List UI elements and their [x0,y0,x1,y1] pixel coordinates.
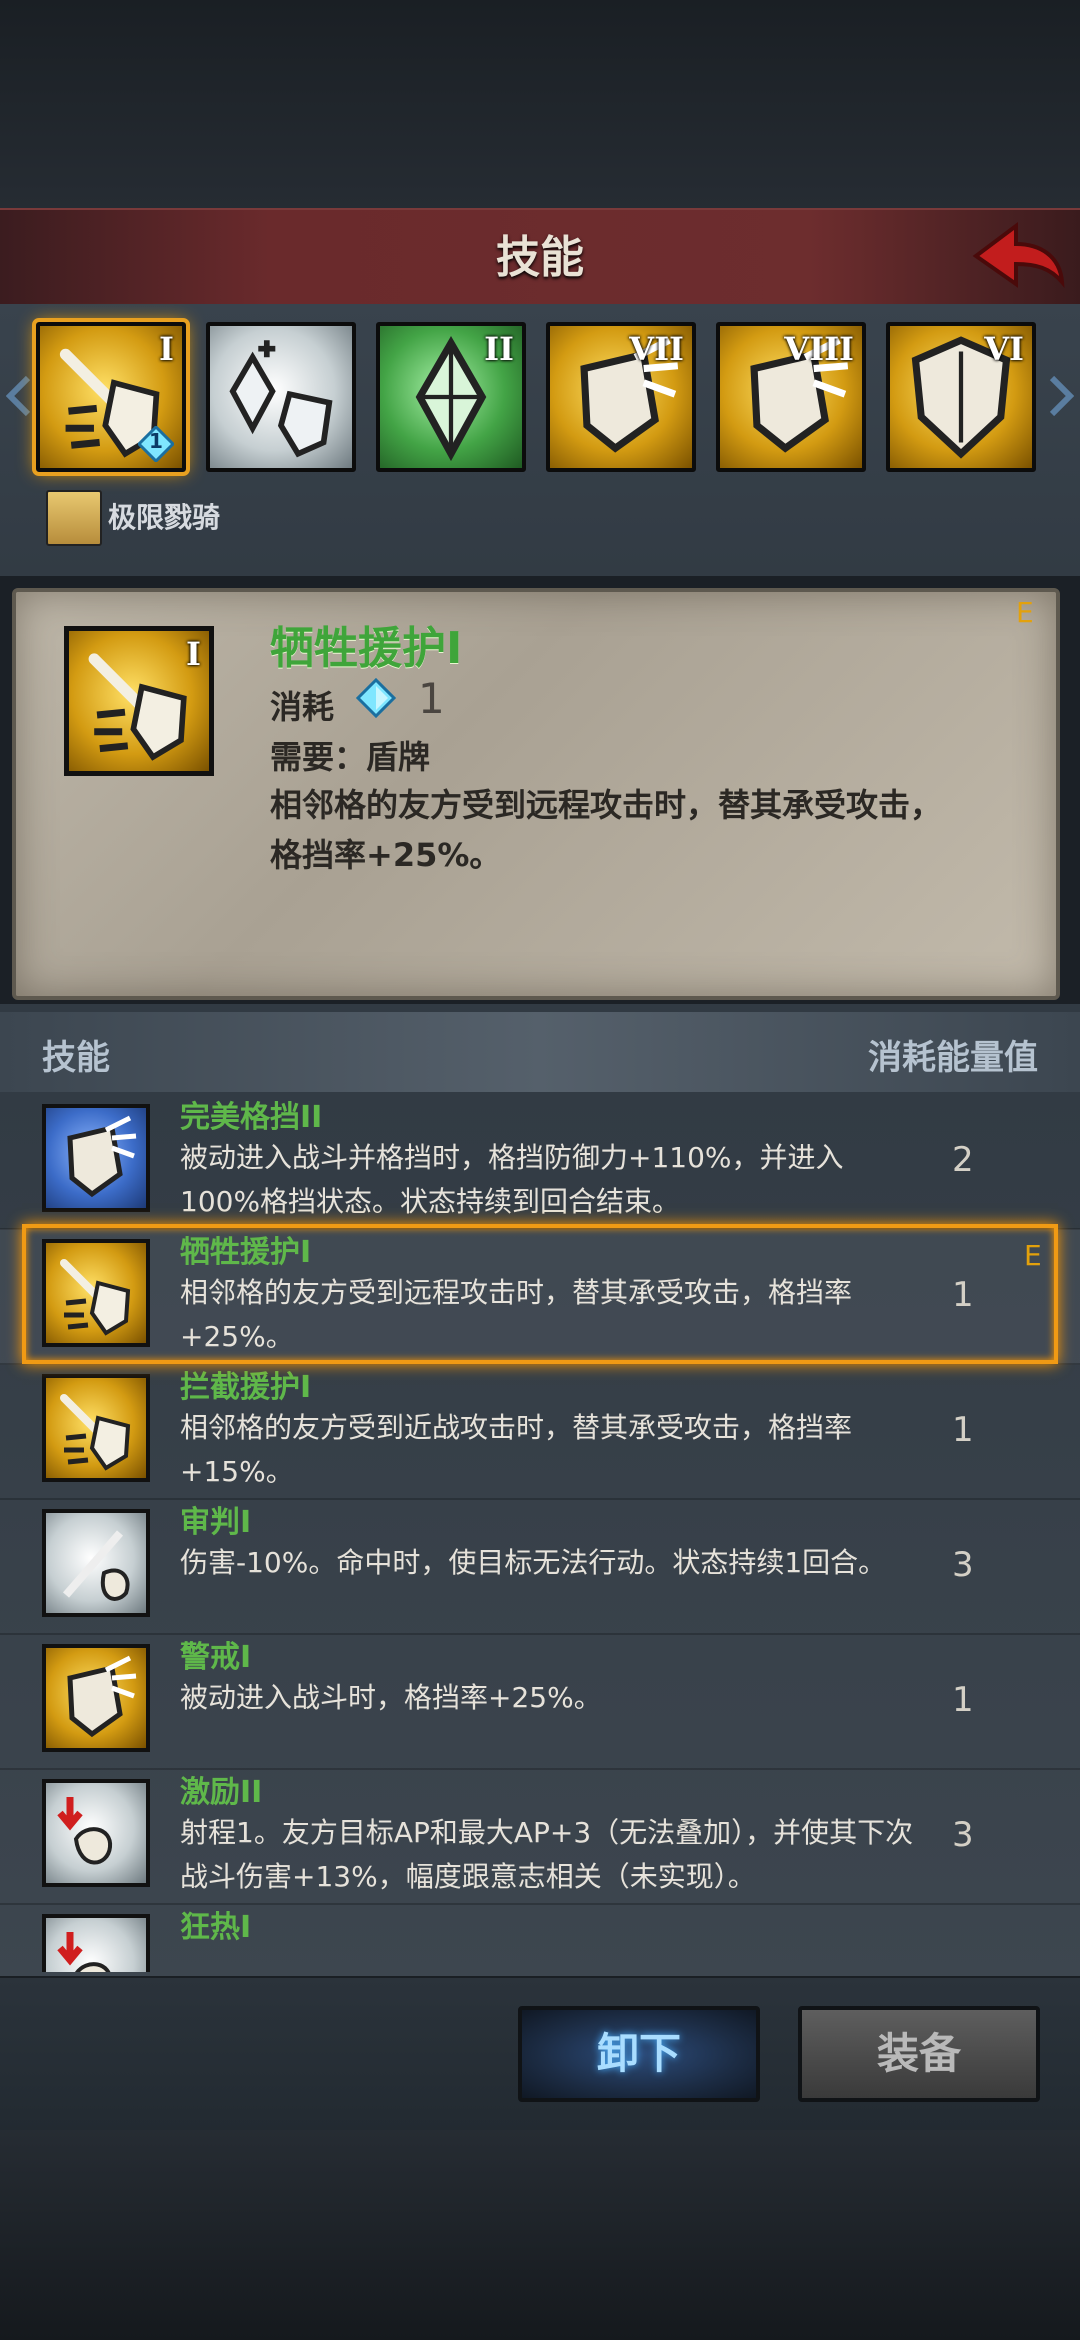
list-item[interactable]: 拦截援护I 相邻格的友方受到近战攻击时，替其承受攻击，格挡率+15%。 1 [0,1364,1080,1500]
skill-slot-3[interactable]: II [376,322,526,472]
energy-gem-icon [355,677,397,719]
character-name: 极限戮骑 [108,501,221,534]
detail-skill-icon: I [64,626,214,776]
crystal-shield-icon [229,340,333,458]
slot-roman-numeral: I [159,330,174,368]
detail-grade: E [1016,596,1034,629]
skill-cost: 1 [952,1410,974,1450]
skill-cost: 3 [952,1545,974,1585]
scroll-left-arrow[interactable] [5,375,32,417]
skill-icon [42,1779,150,1887]
avatar[interactable] [46,490,102,546]
bottom-background [0,2130,1080,2340]
slot-roman-numeral: VIII [784,330,854,368]
skill-slot-4[interactable]: VII [546,322,696,472]
equip-button[interactable]: 装备 [798,2006,1040,2102]
skill-icon [42,1509,150,1617]
detail-skill-name: 牺牲援护I [270,623,463,674]
skill-name: 激励II [180,1775,263,1810]
skill-name: 警戒I [180,1640,252,1675]
sword-icon [62,1530,130,1601]
top-background [0,0,1080,210]
skill-name: 狂热I [180,1910,252,1945]
skill-icon [42,1644,150,1752]
energy-gem-icon: 1 [136,424,176,464]
list-header-cost: 消耗能量值 [868,1038,1038,1078]
requirement-text: 需要：盾牌 [270,738,431,776]
skill-name: 审判I [180,1505,252,1540]
list-item[interactable]: 审判I 伤害-10%。命中时，使目标无法行动。状态持续1回合。 3 [0,1499,1080,1635]
skill-slot-5[interactable]: VIII [716,322,866,472]
skill-description: 被动进入战斗时，格挡率+25%。 [180,1681,602,1714]
cost-value: 1 [418,674,445,723]
skill-description: 被动进入战斗并格挡时，格挡防御力+110%，并进入100%格挡状态。状态持续到回… [180,1141,844,1218]
skill-cost: 2 [952,1140,974,1180]
skill-slot-1[interactable]: I1 [32,318,190,476]
skill-name: 拦截援护I [180,1370,312,1405]
skill-icon [42,1914,150,1972]
list-item[interactable]: 激励II 射程1。友方目标AP和最大AP+3（无法叠加），并使其下次战斗伤害+13… [0,1769,1080,1905]
skill-cost: 3 [952,1815,974,1855]
skill-description: 射程1。友方目标AP和最大AP+3（无法叠加），并使其下次战斗伤害+13%，幅度… [180,1816,914,1893]
unequip-button[interactable]: 卸下 [518,2006,760,2102]
skill-description: 伤害-10%。命中时，使目标无法行动。状态持续1回合。 [180,1546,887,1579]
skill-name: 完美格挡II [180,1100,323,1135]
slot-roman-numeral: II [484,330,514,368]
slot-roman-numeral: VII [629,330,684,368]
arrow-down-icon [57,1932,111,1972]
skill-icon [42,1374,150,1482]
scroll-right-arrow[interactable] [1048,375,1075,417]
selected-row-highlight [22,1224,1058,1364]
detail-description: 相邻格的友方受到远程攻击时，替其承受攻击，格挡率+25%。 [270,786,943,874]
shield-slash-icon [60,1394,131,1471]
skill-icon [42,1104,150,1212]
header-bar: 技能 [0,208,1080,308]
chevron-left-icon [5,375,31,417]
slot-badge-value: 1 [149,429,163,453]
detail-roman: I [186,635,201,673]
shield-block-icon [67,1115,137,1198]
skill-cost: 1 [952,1680,974,1720]
arrow-down-icon [57,1797,113,1865]
back-arrow-icon [972,222,1065,288]
page-title: 技能 [496,232,584,283]
chevron-right-icon [1049,375,1075,417]
list-item[interactable]: 警戒I 被动进入战斗时，格挡率+25%。 1 [0,1634,1080,1770]
list-item[interactable]: 完美格挡II 被动进入战斗并格挡时，格挡防御力+110%，并进入100%格挡状态。… [0,1094,1080,1230]
back-button[interactable] [968,216,1068,296]
list-header-skill: 技能 [42,1038,110,1078]
skill-description: 相邻格的友方受到近战攻击时，替其承受攻击，格挡率+15%。 [180,1411,853,1488]
skill-slot-6[interactable]: VI [886,322,1036,472]
cost-label: 消耗 [270,688,335,726]
slot-roman-numeral: VI [984,330,1024,368]
skill-slot-2[interactable] [206,322,356,472]
list-item[interactable]: 狂热I [0,1904,1080,1972]
shield-block-icon [67,1655,137,1738]
